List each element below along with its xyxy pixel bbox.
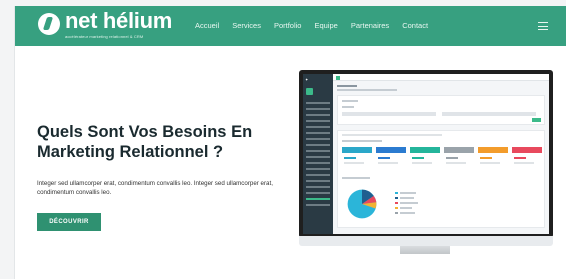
top-navbar: net hélium accélérateur marketing relati… [15,6,566,46]
nav-item-services[interactable]: Services [232,21,261,30]
nav-item-equipe[interactable]: Equipe [314,21,337,30]
nav-item-partenaires[interactable]: Partenaires [351,21,389,30]
nav-item-contact[interactable]: Contact [402,21,428,30]
hero-paragraph: Integer sed ullamcorper erat, condimentu… [37,180,273,196]
dashboard-filter-panel [337,95,545,125]
monitor-stand [400,246,450,254]
brand-name: net hélium [65,8,173,33]
main-menu: Accueil Services Portfolio Equipe Parten… [195,21,428,30]
dashboard-pie-chart-icon [347,189,377,219]
brand-tagline: accélérateur marketing relationnel & CRM [65,34,144,39]
monitor-screen-frame: ✦ [299,70,553,238]
dashboard-sidebar: ✦ [303,74,333,234]
dashboard-menu-icon [336,75,340,80]
page-frame: net hélium accélérateur marketing relati… [14,6,566,279]
helium-logo-icon [38,13,60,35]
dashboard-screenshot: ✦ [303,74,549,234]
monitor-chin [299,236,553,246]
hamburger-icon[interactable] [538,22,548,30]
discover-button[interactable]: DÉCOUVRIR [37,213,101,231]
dashboard-avatar-icon [306,88,313,95]
dashboard-logo: ✦ [305,77,309,82]
nav-item-accueil[interactable]: Accueil [195,21,219,30]
dashboard-topbar [333,74,549,81]
monitor-illustration: ✦ [299,70,553,254]
nav-item-portfolio[interactable]: Portfolio [274,21,302,30]
hero-headline: Quels Sont Vos Besoins En Marketing Rela… [37,123,253,161]
